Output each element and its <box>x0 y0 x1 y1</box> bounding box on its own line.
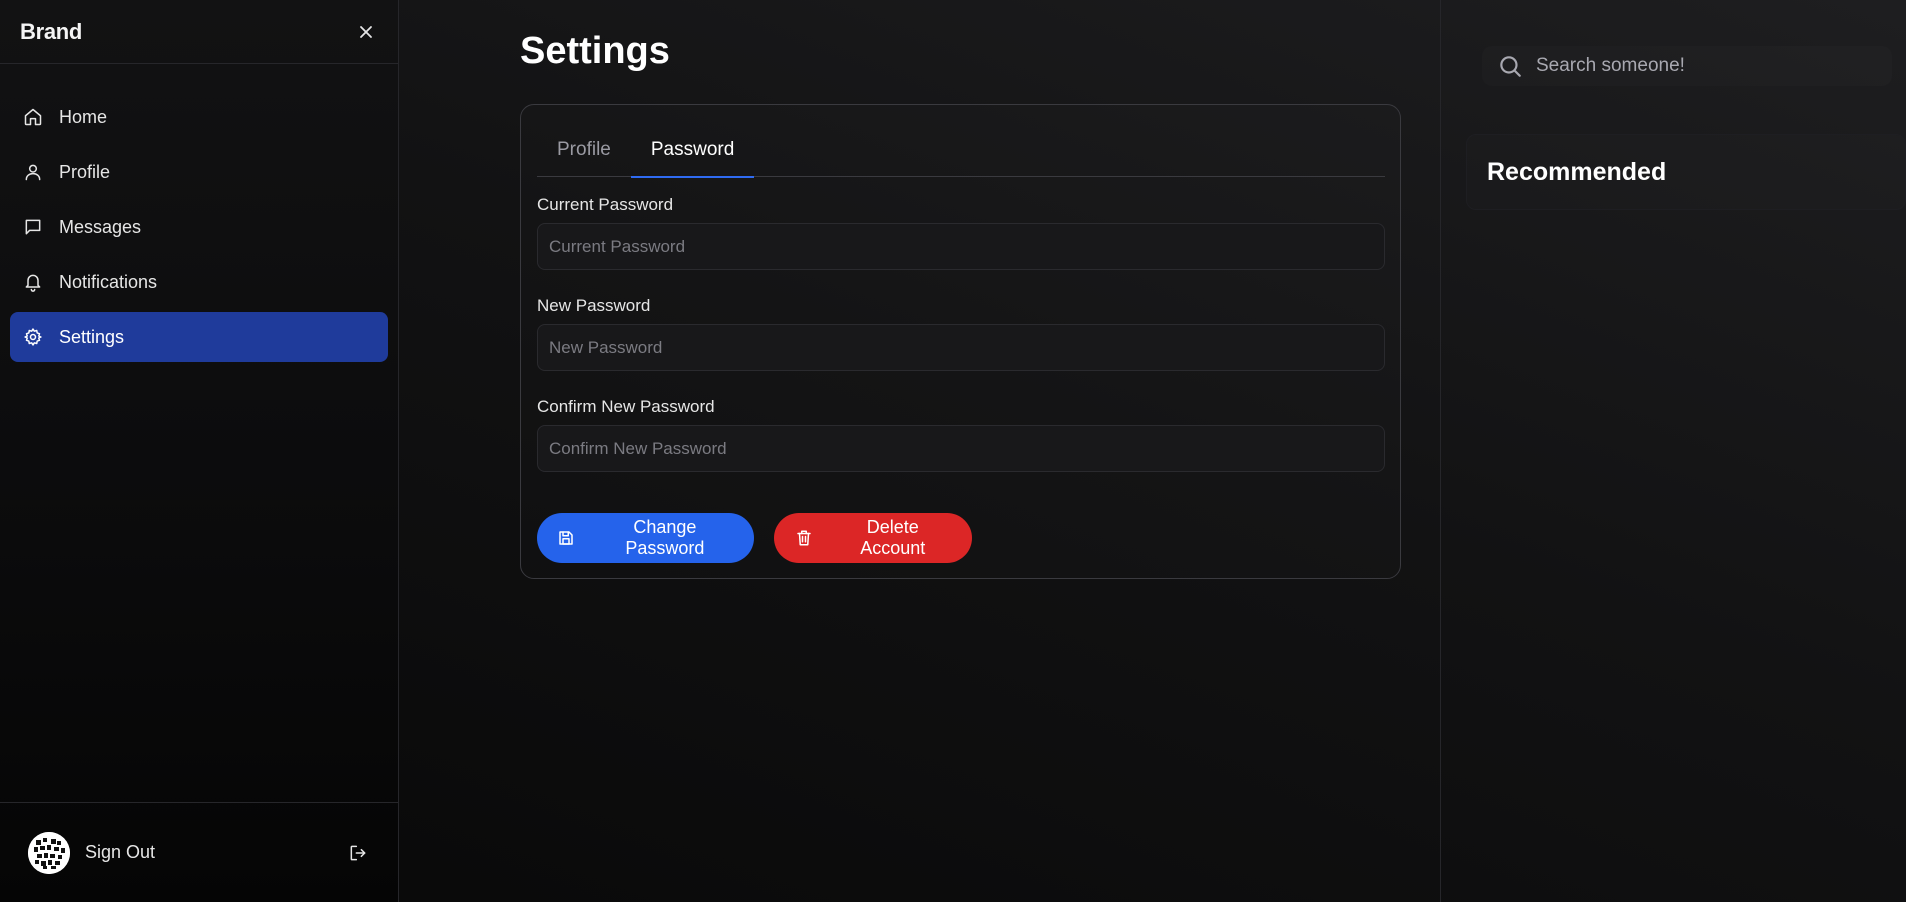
password-form: Current Password New Password Confirm Ne… <box>537 195 1385 498</box>
user-icon <box>23 162 43 182</box>
sidebar-item-notifications[interactable]: Notifications <box>10 257 388 307</box>
change-password-label: Change Password <box>625 517 705 558</box>
sidebar: Brand Home Profile Messages Notification… <box>0 0 399 902</box>
avatar[interactable] <box>28 831 70 874</box>
settings-card: Profile Password Current Password New Pa… <box>520 104 1401 579</box>
close-sidebar-button[interactable] <box>354 20 378 44</box>
settings-tabs: Profile Password <box>537 123 1385 178</box>
sidebar-item-label: Notifications <box>59 271 158 292</box>
gear-icon <box>23 327 43 347</box>
tab-password[interactable]: Password <box>630 123 755 178</box>
sign-out-button[interactable] <box>346 841 370 865</box>
change-password-button[interactable]: Change Password <box>537 513 754 563</box>
app-root: Brand Home Profile Messages Notification… <box>0 0 1906 902</box>
confirm-password-field: Confirm New Password <box>537 397 1385 472</box>
save-icon <box>557 528 576 548</box>
search-bar <box>1482 46 1892 86</box>
confirm-password-label: Confirm New Password <box>537 397 715 416</box>
home-icon <box>23 107 43 127</box>
delete-account-button[interactable]: Delete Account <box>774 513 972 563</box>
message-icon <box>23 217 43 237</box>
sidebar-item-label: Messages <box>59 216 142 237</box>
page-title: Settings <box>520 30 670 72</box>
new-password-input[interactable] <box>537 324 1385 371</box>
sidebar-item-label: Home <box>59 106 108 127</box>
delete-account-label: Delete Account <box>860 517 926 558</box>
sidebar-item-home[interactable]: Home <box>10 92 388 142</box>
sidebar-item-profile[interactable]: Profile <box>10 147 388 197</box>
sidebar-footer: Sign Out <box>0 802 398 902</box>
close-icon <box>360 25 372 38</box>
confirm-password-input[interactable] <box>537 425 1385 472</box>
right-panel-divider <box>1440 0 1441 902</box>
sidebar-nav: Home Profile Messages Notifications Sett… <box>0 64 398 362</box>
trash-icon <box>794 528 814 548</box>
new-password-label: New Password <box>537 296 651 315</box>
search-icon <box>1496 52 1524 80</box>
brand-logo[interactable]: Brand <box>20 19 82 45</box>
recommended-title: Recommended <box>1487 157 1667 186</box>
sidebar-item-label: Settings <box>59 326 125 347</box>
current-password-label: Current Password <box>537 195 674 214</box>
current-password-field: Current Password <box>537 195 1385 270</box>
sign-out-label[interactable]: Sign Out <box>85 842 346 863</box>
new-password-field: New Password <box>537 296 1385 371</box>
bell-icon <box>23 272 43 292</box>
logout-icon <box>350 845 366 860</box>
sidebar-item-messages[interactable]: Messages <box>10 202 388 252</box>
form-actions: Change Password Delete Account <box>537 513 972 563</box>
current-password-input[interactable] <box>537 223 1385 270</box>
tab-profile[interactable]: Profile <box>537 123 631 177</box>
search-input[interactable] <box>1534 54 1878 78</box>
sidebar-item-settings[interactable]: Settings <box>10 312 388 362</box>
recommended-panel: Recommended <box>1466 134 1906 210</box>
sidebar-header: Brand <box>0 0 398 64</box>
sidebar-item-label: Profile <box>59 161 111 182</box>
